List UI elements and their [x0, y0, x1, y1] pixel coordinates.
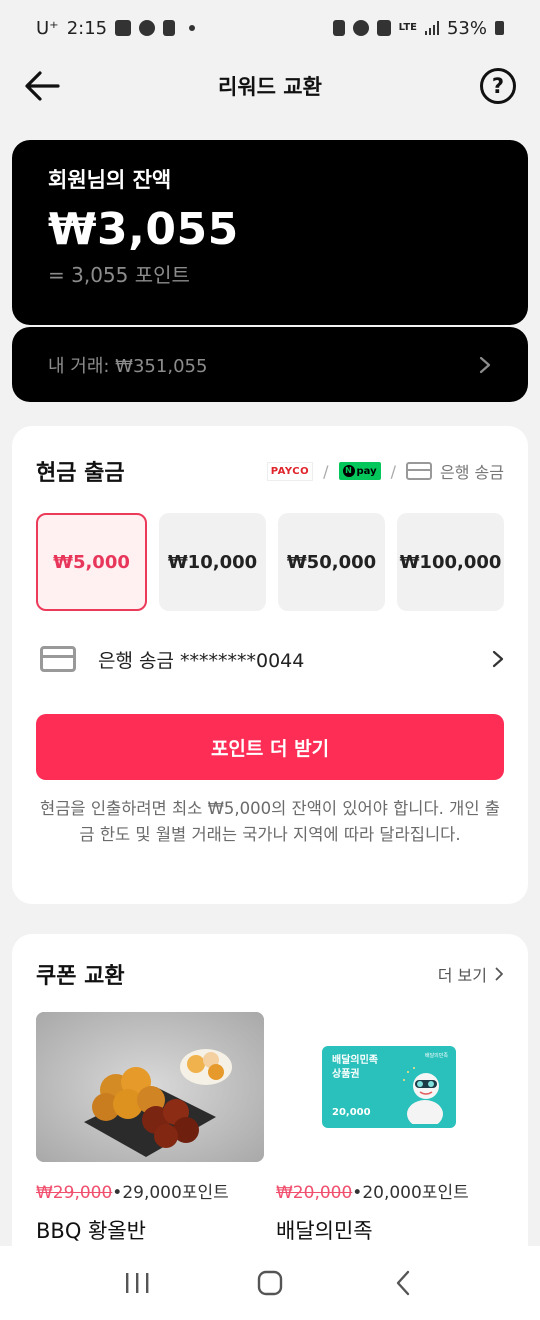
system-navigation-bar [0, 1246, 540, 1320]
home-icon [257, 1270, 283, 1296]
bank-transfer-method: 은행 송금 [406, 459, 504, 483]
battery-percent: 53% [446, 17, 487, 39]
withdrawal-methods: PAYCO / N pay / 은행 송금 [266, 459, 504, 483]
help-icon[interactable]: ? [480, 68, 516, 104]
coupon-item-baemin[interactable]: 배달의민족 배달의민족 상품권 20,000 ₩20,000•20,000포인트… [276, 1012, 504, 1245]
method-separator: / [390, 461, 397, 481]
baemin-card-value: 20,000 [332, 1107, 371, 1118]
battery-icon [495, 21, 504, 35]
points-price: •29,000포인트 [112, 1183, 229, 1203]
cash-withdrawal-header: 현금 출금 PAYCO / N pay / 은행 송금 [36, 454, 504, 488]
coupon-exchange-title: 쿠폰 교환 [36, 964, 125, 989]
card-icon [406, 462, 433, 480]
see-more-label: 더 보기 [437, 966, 487, 985]
network-type: LTE [398, 22, 417, 33]
original-price: ₩20,000 [276, 1183, 353, 1203]
app-notification-icon [139, 20, 156, 36]
get-more-points-button[interactable]: 포인트 더 받기 [36, 714, 504, 780]
amount-option-100000[interactable]: ₩100,000 [397, 513, 504, 611]
edit-notification-icon [163, 20, 176, 36]
method-separator: / [323, 461, 329, 481]
original-price: ₩29,000 [36, 1183, 113, 1203]
chicken-illustration [36, 1012, 264, 1162]
cash-withdrawal-title: 현금 출금 [36, 461, 125, 486]
more-notifications-icon [189, 25, 196, 31]
coupon-name: BBQ 황올반 [36, 1219, 146, 1243]
my-transactions-row[interactable]: 내 거래: ₩351,055 [12, 327, 528, 402]
amount-options: ₩5,000 ₩10,000 ₩50,000 ₩100,000 [36, 513, 504, 611]
bank-account-label: 은행 송금 ********0044 [98, 649, 305, 672]
coupon-exchange-card: 쿠폰 교환 더 보기 ₩29,000•29,000포인트 BBQ 황올반 배달의… [12, 934, 528, 1264]
points-price: •20,000포인트 [352, 1183, 469, 1203]
naver-pay-logo: N pay [338, 462, 381, 480]
balance-points: = 3,055 포인트 [48, 263, 190, 287]
clock: 2:15 [66, 17, 108, 39]
coupon-header: 쿠폰 교환 더 보기 [36, 958, 504, 990]
withdrawal-notice: 현금을 인출하려면 최소 ₩5,000의 잔액이 있어야 합니다. 개인 출금 … [40, 799, 500, 844]
alarm-icon [352, 20, 369, 36]
back-button[interactable] [383, 1263, 423, 1303]
app-header: 리워드 교환 ? [0, 56, 540, 116]
bbq-chicken-image [36, 1012, 264, 1162]
baemin-giftcard: 배달의민족 배달의민족 상품권 20,000 [322, 1046, 456, 1128]
chevron-right-icon [479, 356, 491, 373]
help-icon-glyph: ? [491, 74, 505, 98]
see-more-link[interactable]: 더 보기 [438, 962, 504, 986]
coupon-list: ₩29,000•29,000포인트 BBQ 황올반 배달의민족 배달의민족 상품… [36, 1012, 504, 1245]
balance-card: 회원님의 잔액 ₩3,055 = 3,055 포인트 [12, 140, 528, 325]
home-button[interactable] [250, 1263, 290, 1303]
battery-saver-icon [332, 20, 345, 36]
amount-option-10000[interactable]: ₩10,000 [159, 513, 266, 611]
back-nav-icon [397, 1270, 410, 1296]
cash-withdrawal-card: 현금 출금 PAYCO / N pay / 은행 송금 ₩5,000 ₩10,0… [12, 426, 528, 904]
bank-account-row[interactable]: 은행 송금 ********0044 [36, 642, 504, 676]
my-transactions-label: 내 거래: ₩351,055 [48, 355, 208, 377]
naver-n-icon: N [342, 465, 355, 477]
coupon-item-bbq[interactable]: ₩29,000•29,000포인트 BBQ 황올반 [36, 1012, 264, 1245]
chevron-right-icon [492, 650, 504, 668]
baemin-brand-mark: 배달의민족 [424, 1053, 448, 1059]
baemin-character-icon [403, 1067, 443, 1124]
mute-icon [376, 20, 391, 36]
coupon-name: 배달의민족 [276, 1219, 373, 1243]
chevron-right-icon [495, 967, 503, 981]
bank-transfer-label: 은행 송금 [440, 463, 504, 482]
naver-pay-label: pay [356, 465, 377, 477]
balance-label: 회원님의 잔액 [48, 168, 172, 192]
gallery-notification-icon [115, 20, 132, 36]
status-bar: U⁺ 2:15 LTE 53% [0, 0, 540, 56]
coupon-price: ₩29,000•29,000포인트 [36, 1178, 264, 1203]
bank-card-icon [40, 646, 76, 672]
amount-option-5000[interactable]: ₩5,000 [36, 513, 147, 611]
recent-apps-icon [125, 1273, 149, 1293]
balance-amount: ₩3,055 [48, 204, 239, 255]
recent-apps-button[interactable] [117, 1263, 157, 1303]
payco-logo: PAYCO [266, 461, 314, 481]
coupon-price: ₩20,000•20,000포인트 [276, 1178, 504, 1203]
back-arrow-icon[interactable] [24, 70, 60, 102]
signal-icon [424, 21, 439, 35]
carrier-label: U⁺ [36, 17, 59, 39]
baemin-giftcard-image: 배달의민족 배달의민족 상품권 20,000 [276, 1012, 504, 1162]
page-title: 리워드 교환 [218, 75, 322, 99]
amount-option-50000[interactable]: ₩50,000 [278, 513, 385, 611]
